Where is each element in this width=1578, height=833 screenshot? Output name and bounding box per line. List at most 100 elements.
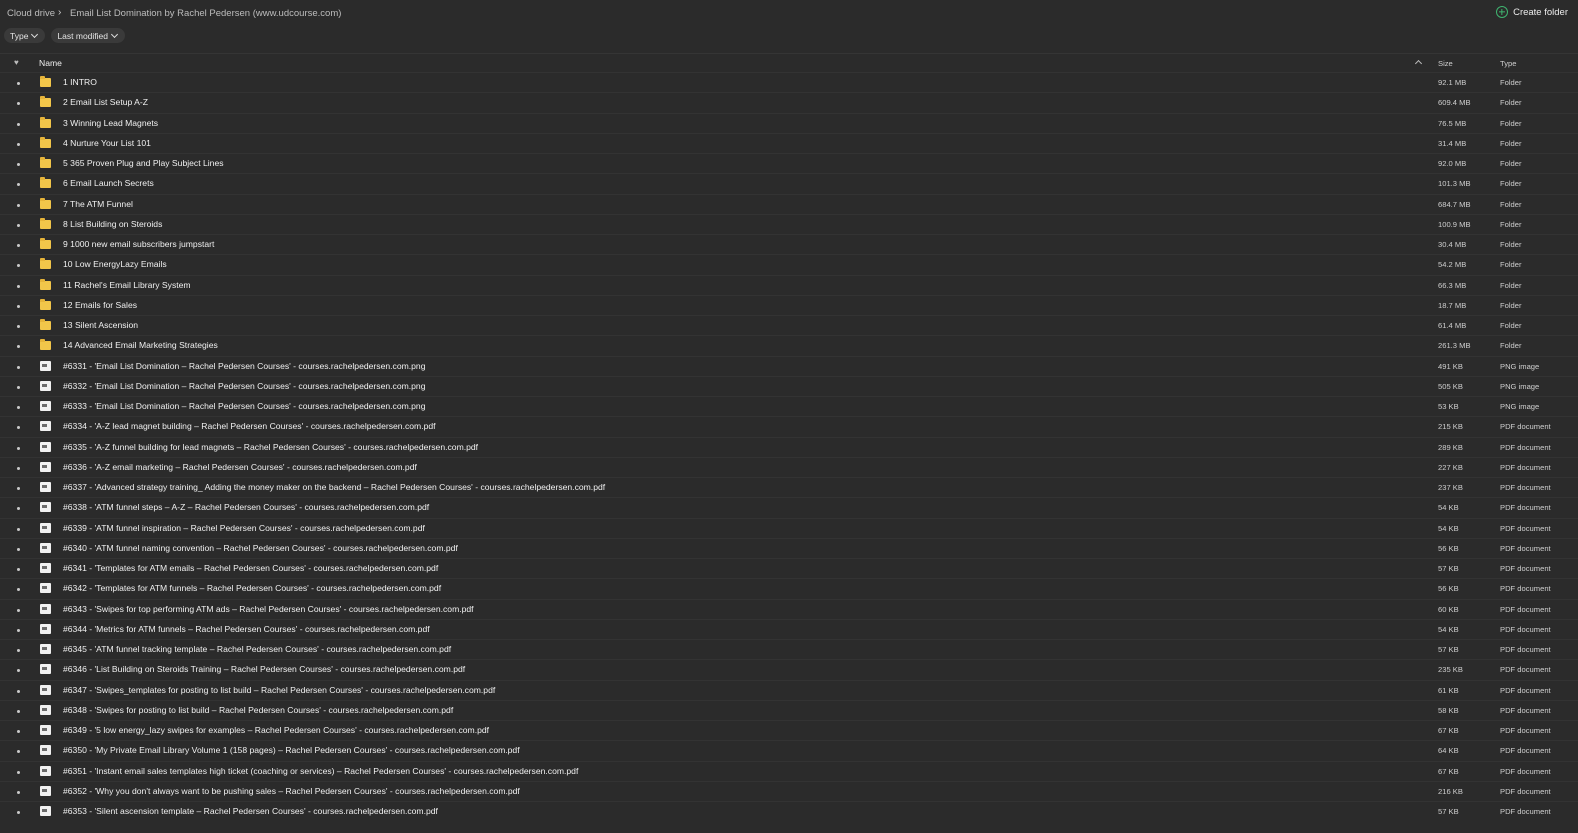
table-row[interactable]: #6344 - 'Metrics for ATM funnels – Rache… xyxy=(0,618,1578,639)
table-row[interactable]: 6 Email Launch Secrets 101.3 MB Folder xyxy=(0,173,1578,193)
pdf-file-icon xyxy=(40,542,51,553)
table-row[interactable]: 1 INTRO 92.1 MB Folder xyxy=(0,72,1578,92)
table-row[interactable]: #6338 - 'ATM funnel steps – A-Z – Rachel… xyxy=(0,497,1578,517)
folder-icon xyxy=(40,96,51,108)
file-name[interactable]: 5 365 Proven Plug and Play Subject Lines xyxy=(63,158,224,168)
table-row[interactable]: 12 Emails for Sales 18.7 MB Folder xyxy=(0,294,1578,315)
filter-last-modified-dropdown[interactable]: Last modified xyxy=(51,28,125,43)
file-size: 61.4 MB xyxy=(1438,321,1467,330)
file-name[interactable]: 12 Emails for Sales xyxy=(63,300,137,310)
file-name[interactable]: 7 The ATM Funnel xyxy=(63,199,133,209)
table-row[interactable]: 2 Email List Setup A-Z 609.4 MB Folder xyxy=(0,92,1578,112)
row-dot-icon xyxy=(17,588,20,592)
file-name[interactable]: 2 Email List Setup A-Z xyxy=(63,97,148,107)
table-row[interactable]: #6336 - 'A-Z email marketing – Rachel Pe… xyxy=(0,456,1578,477)
file-name[interactable]: #6346 - 'List Building on Steroids Train… xyxy=(63,664,465,674)
file-name[interactable]: #6345 - 'ATM funnel tracking template – … xyxy=(63,644,451,654)
table-row[interactable]: 4 Nurture Your List 101 31.4 MB Folder xyxy=(0,132,1578,153)
file-size: 67 KB xyxy=(1438,766,1459,776)
file-type: PDF document xyxy=(1500,503,1551,513)
file-type: Folder xyxy=(1500,240,1522,249)
file-name[interactable]: 1 INTRO xyxy=(63,77,97,87)
file-name[interactable]: 9 1000 new email subscribers jumpstart xyxy=(63,239,214,249)
table-row[interactable]: #6350 - 'My Private Email Library Volume… xyxy=(0,740,1578,760)
table-row[interactable]: #6349 - '5 low energy_lazy swipes for ex… xyxy=(0,720,1578,740)
file-name[interactable]: 11 Rachel's Email Library System xyxy=(63,280,191,290)
table-row[interactable]: #6353 - 'Silent ascension template – Rac… xyxy=(0,801,1578,821)
file-name[interactable]: #6339 - 'ATM funnel inspiration – Rachel… xyxy=(63,523,425,533)
table-row[interactable]: #6345 - 'ATM funnel tracking template – … xyxy=(0,639,1578,659)
file-name[interactable]: #6344 - 'Metrics for ATM funnels – Rache… xyxy=(63,624,430,634)
file-name[interactable]: 3 Winning Lead Magnets xyxy=(63,118,158,128)
heart-icon[interactable]: ♥ xyxy=(14,59,19,67)
file-name[interactable]: #6347 - 'Swipes_templates for posting to… xyxy=(63,685,495,695)
file-name[interactable]: #6350 - 'My Private Email Library Volume… xyxy=(63,745,520,755)
file-name[interactable]: #6331 - 'Email List Domination – Rachel … xyxy=(63,361,426,371)
filter-type-dropdown[interactable]: Type xyxy=(4,28,46,43)
file-name[interactable]: #6349 - '5 low energy_lazy swipes for ex… xyxy=(63,725,489,735)
table-row[interactable]: 5 365 Proven Plug and Play Subject Lines… xyxy=(0,153,1578,173)
table-row[interactable]: #6347 - 'Swipes_templates for posting to… xyxy=(0,679,1578,700)
file-name[interactable]: #6337 - 'Advanced strategy training_ Add… xyxy=(63,482,605,492)
table-row[interactable]: #6332 - 'Email List Domination – Rachel … xyxy=(0,375,1578,396)
file-size: 60 KB xyxy=(1438,604,1459,614)
file-name[interactable]: 10 Low EnergyLazy Emails xyxy=(63,259,167,269)
file-name[interactable]: #6342 - 'Templates for ATM funnels – Rac… xyxy=(63,583,441,593)
table-row[interactable]: 11 Rachel's Email Library System 66.3 MB F… xyxy=(0,274,1578,295)
table-row[interactable]: 14 Advanced Email Marketing Strategies 26… xyxy=(0,335,1578,355)
table-row[interactable]: #6348 - 'Swipes for posting to list buil… xyxy=(0,699,1578,720)
file-type: Folder xyxy=(1500,219,1522,229)
file-name[interactable]: 13 Silent Ascension xyxy=(63,320,138,330)
column-name-header[interactable]: Name xyxy=(39,58,62,68)
file-type: PNG image xyxy=(1500,361,1540,371)
table-row[interactable]: 10 Low EnergyLazy Emails 54.2 MB Folder xyxy=(0,254,1578,274)
file-name[interactable]: #6343 - 'Swipes for top performing ATM a… xyxy=(63,604,474,614)
sort-ascending-icon[interactable] xyxy=(1414,59,1423,68)
file-name[interactable]: 14 Advanced Email Marketing Strategies xyxy=(63,340,218,350)
breadcrumb-current[interactable]: Email List Domination by Rachel Pedersen… xyxy=(70,8,341,19)
table-row[interactable]: #6340 - 'ATM funnel naming convention – … xyxy=(0,537,1578,558)
file-name[interactable]: #6338 - 'ATM funnel steps – A-Z – Rachel… xyxy=(63,502,429,512)
file-name[interactable]: #6335 - 'A-Z funnel building for lead ma… xyxy=(63,442,478,452)
file-name[interactable]: #6351 - 'Instant email sales templates h… xyxy=(63,766,578,776)
folder-icon xyxy=(40,197,51,209)
column-size-header[interactable]: Size xyxy=(1438,59,1453,68)
table-row[interactable]: #6341 - 'Templates for ATM emails – Rach… xyxy=(0,558,1578,578)
file-name[interactable]: #6341 - 'Templates for ATM emails – Rach… xyxy=(63,563,438,573)
file-name[interactable]: #6352 - 'Why you don't always want to be… xyxy=(63,786,520,796)
create-folder-button[interactable]: Create folder xyxy=(1496,6,1568,18)
table-row[interactable]: #6333 - 'Email List Domination – Rachel … xyxy=(0,396,1578,416)
table-row[interactable]: #6343 - 'Swipes for top performing ATM a… xyxy=(0,598,1578,619)
table-row[interactable]: #6334 - 'A-Z lead magnet building – Rach… xyxy=(0,416,1578,436)
file-name[interactable]: 6 Email Launch Secrets xyxy=(63,178,154,188)
table-row[interactable]: 8 List Building on Steroids 100.9 MB Folde… xyxy=(0,213,1578,234)
file-name[interactable]: #6353 - 'Silent ascension template – Rac… xyxy=(63,806,438,816)
table-row[interactable]: #6351 - 'Instant email sales templates h… xyxy=(0,760,1578,781)
file-size: 92.1 MB xyxy=(1438,78,1467,87)
file-name[interactable]: #6336 - 'A-Z email marketing – Rachel Pe… xyxy=(63,462,417,472)
file-name[interactable]: #6348 - 'Swipes for posting to list buil… xyxy=(63,705,453,715)
table-row[interactable]: 9 1000 new email subscribers jumpstart 30… xyxy=(0,234,1578,254)
table-row[interactable]: #6335 - 'A-Z funnel building for lead ma… xyxy=(0,436,1578,457)
table-row[interactable]: 7 The ATM Funnel 684.7 MB Folder xyxy=(0,193,1578,214)
column-type-header[interactable]: Type xyxy=(1500,59,1516,68)
file-name[interactable]: #6333 - 'Email List Domination – Rachel … xyxy=(63,401,426,411)
plus-circle-icon xyxy=(1496,6,1509,18)
table-row[interactable]: #6339 - 'ATM funnel inspiration – Rachel… xyxy=(0,517,1578,538)
file-type: PDF document xyxy=(1500,442,1551,452)
file-name[interactable]: #6340 - 'ATM funnel naming convention – … xyxy=(63,543,458,553)
table-row[interactable]: #6331 - 'Email List Domination – Rachel … xyxy=(0,355,1578,376)
table-row[interactable]: #6346 - 'List Building on Steroids Train… xyxy=(0,659,1578,679)
file-name[interactable]: #6332 - 'Email List Domination – Rachel … xyxy=(63,381,426,391)
breadcrumb-root[interactable]: Cloud drive xyxy=(7,8,55,19)
file-name[interactable]: 8 List Building on Steroids xyxy=(63,219,162,229)
table-row[interactable]: #6337 - 'Advanced strategy training_ Add… xyxy=(0,477,1578,497)
file-size: 56 KB xyxy=(1438,584,1459,594)
table-row[interactable]: 13 Silent Ascension 61.4 MB Folder xyxy=(0,315,1578,335)
file-name[interactable]: #6334 - 'A-Z lead magnet building – Rach… xyxy=(63,421,436,431)
table-row[interactable]: 3 Winning Lead Magnets 76.5 MB Folder xyxy=(0,112,1578,133)
row-dot-icon xyxy=(17,628,20,632)
file-name[interactable]: 4 Nurture Your List 101 xyxy=(63,138,151,148)
table-row[interactable]: #6342 - 'Templates for ATM funnels – Rac… xyxy=(0,578,1578,598)
table-row[interactable]: #6352 - 'Why you don't always want to be… xyxy=(0,780,1578,801)
